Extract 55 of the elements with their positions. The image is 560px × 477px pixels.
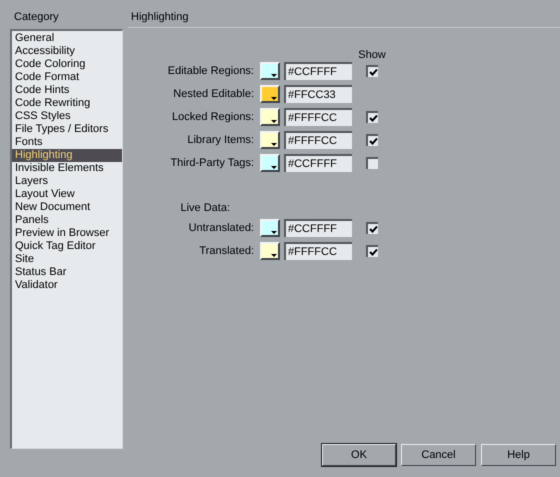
dialog-button[interactable]: Cancel [401, 444, 476, 466]
color-swatch-button[interactable] [260, 85, 280, 103]
category-item[interactable]: Quick Tag Editor [12, 240, 122, 253]
show-checkbox[interactable] [366, 157, 378, 169]
category-item[interactable]: Code Hints [12, 84, 122, 97]
show-column-heading: Show [357, 49, 387, 61]
show-checkbox[interactable] [366, 222, 378, 234]
color-field[interactable]: #CCFFFF [284, 62, 352, 80]
category-item[interactable]: Status Bar [12, 266, 122, 279]
row-label: Editable Regions: [166, 65, 255, 77]
category-item[interactable]: Code Format [12, 71, 122, 84]
color-swatch-button[interactable] [260, 62, 280, 80]
color-field[interactable]: #CCFFFF [284, 219, 352, 237]
category-item[interactable]: Validator [12, 279, 122, 292]
category-item[interactable]: Highlighting [12, 149, 122, 162]
color-swatch-button[interactable] [260, 108, 280, 126]
color-field[interactable]: #FFFFCC [284, 108, 352, 126]
row-label: Third-Party Tags: [169, 157, 255, 169]
color-field[interactable]: #CCFFFF [284, 154, 352, 172]
category-item[interactable]: Layers [12, 175, 122, 188]
category-heading: Category [13, 10, 60, 25]
row-label: Library Items: [186, 134, 255, 146]
dialog-button[interactable]: Help [481, 444, 556, 466]
show-checkbox[interactable] [366, 134, 378, 146]
live-data-label: Live Data: [179, 202, 231, 214]
row-label: Translated: [198, 245, 255, 257]
category-item[interactable]: Invisible Elements [12, 162, 122, 175]
category-item[interactable]: Site [12, 253, 122, 266]
category-item[interactable]: Preview in Browser [12, 227, 122, 240]
show-checkbox[interactable] [366, 111, 378, 123]
category-item[interactable]: Panels [12, 214, 122, 227]
show-checkbox[interactable] [366, 65, 378, 77]
color-swatch-button[interactable] [260, 219, 280, 237]
category-item[interactable]: File Types / Editors [12, 123, 122, 136]
row-label: Untranslated: [188, 222, 255, 234]
row-label: Locked Regions: [171, 111, 255, 123]
row-label: Nested Editable: [172, 88, 255, 100]
color-swatch-button[interactable] [260, 154, 280, 172]
category-item[interactable]: Accessibility [12, 45, 122, 58]
category-item[interactable]: Layout View [12, 188, 122, 201]
category-item[interactable]: Fonts [12, 136, 122, 149]
color-swatch-button[interactable] [260, 242, 280, 260]
category-item[interactable]: General [12, 32, 122, 45]
dialog-button[interactable]: OK [322, 444, 396, 466]
color-field[interactable]: #FFCC33 [284, 85, 352, 103]
category-list[interactable] [10, 29, 123, 449]
color-field[interactable]: #FFFFCC [284, 131, 352, 149]
category-item[interactable]: Code Coloring [12, 58, 122, 71]
category-item[interactable]: Code Rewriting [12, 97, 122, 110]
color-swatch-button[interactable] [260, 131, 280, 149]
color-field[interactable]: #FFFFCC [284, 242, 352, 260]
show-checkbox[interactable] [366, 245, 378, 257]
category-item[interactable]: New Document [12, 201, 122, 214]
panel-title: Highlighting [130, 10, 190, 25]
category-item[interactable]: CSS Styles [12, 110, 122, 123]
